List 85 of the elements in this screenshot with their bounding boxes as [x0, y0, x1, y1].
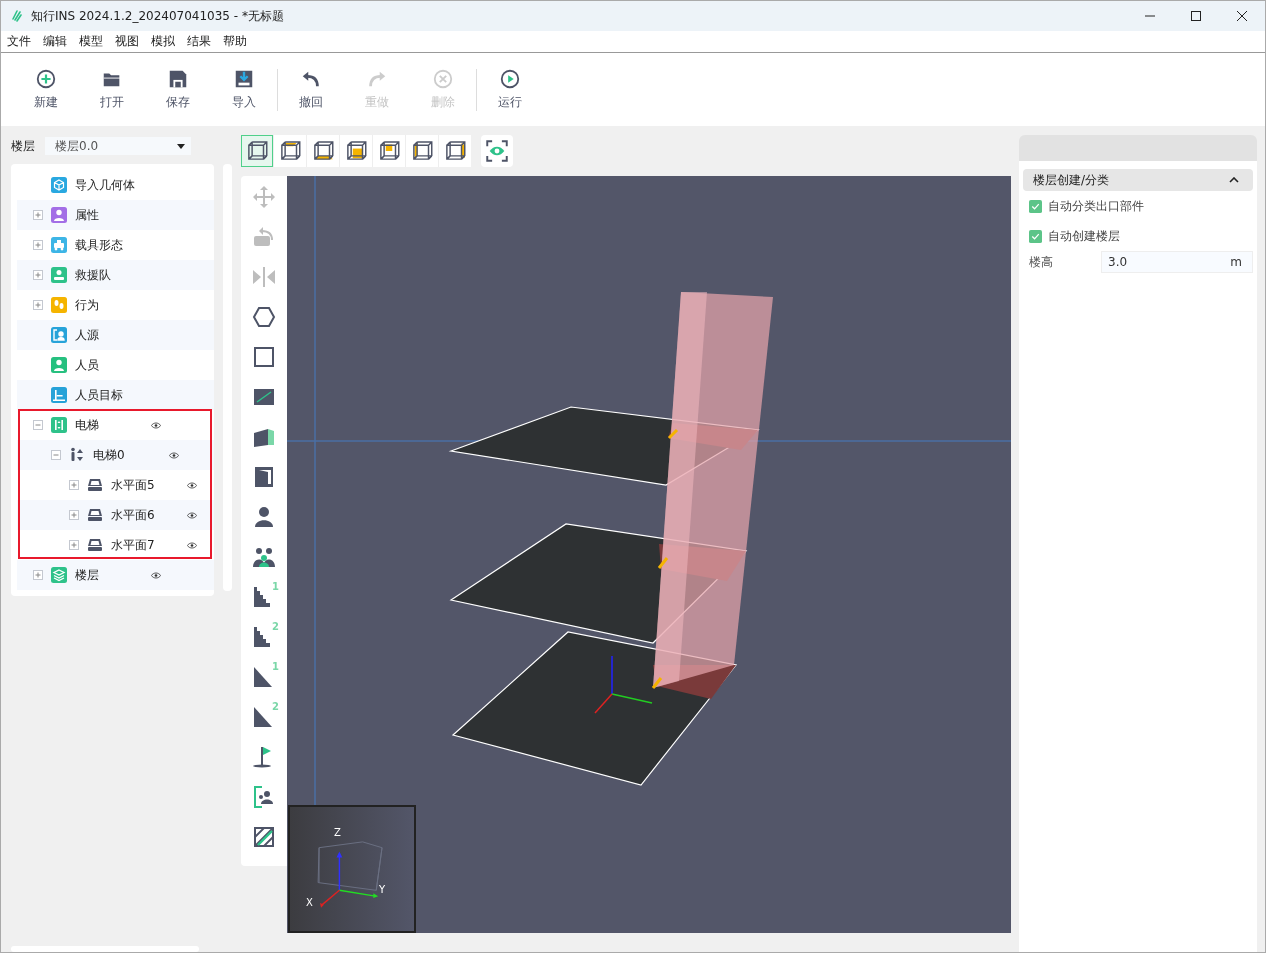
toolbar-button[interactable]: 撤回 — [278, 64, 344, 115]
menu-item[interactable]: 结果 — [187, 33, 211, 50]
camera-view-button[interactable] — [481, 135, 513, 167]
eye-icon[interactable] — [169, 451, 179, 459]
checkbox[interactable] — [1029, 199, 1042, 213]
mirror-icon — [252, 265, 276, 289]
eye-icon[interactable] — [187, 541, 197, 549]
checkbox-label: 自动分类出口部件 — [1048, 197, 1144, 215]
tree-item[interactable]: 电梯 — [75, 416, 147, 434]
eye-icon[interactable] — [151, 421, 161, 429]
tool-number: 2 — [272, 621, 279, 632]
tree-item[interactable]: 载具形态 — [75, 236, 147, 254]
cube-drawing — [317, 841, 383, 908]
tree-item[interactable]: 导入几何体 — [75, 176, 147, 194]
axis-label: Y — [379, 884, 386, 895]
menu-item[interactable]: 编辑 — [43, 33, 67, 50]
person-icon — [252, 505, 276, 529]
play-circle-icon — [499, 68, 521, 90]
expand-toggle-icon[interactable] — [33, 300, 43, 310]
rotate-icon — [252, 225, 276, 249]
caret-icon — [177, 143, 185, 149]
height-input-field[interactable]: 3.0 m — [1101, 251, 1253, 273]
toolbar-button[interactable]: 运行 — [477, 64, 543, 115]
expand-toggle-icon[interactable] — [33, 270, 43, 280]
tree-item[interactable]: 人员 — [75, 356, 147, 374]
view-cube-button[interactable] — [439, 135, 471, 167]
floor-label: 楼层 — [11, 137, 35, 155]
floor-dropdown[interactable]: 楼层0.0 — [45, 137, 191, 155]
toolbar-button[interactable]: 新建 — [13, 64, 79, 115]
tree-item[interactable]: 行为 — [75, 296, 147, 314]
orientation-cube[interactable]: Z Y X — [288, 805, 416, 933]
focus-eye-icon — [484, 138, 510, 164]
chevron-icon — [1229, 177, 1239, 183]
eye-icon[interactable] — [187, 511, 197, 519]
expand-toggle-icon[interactable] — [33, 240, 43, 250]
tree-item[interactable]: 水平面7 — [111, 536, 183, 554]
plus-circle-icon — [35, 68, 57, 90]
expand-toggle-icon[interactable] — [33, 570, 43, 580]
square-icon — [252, 345, 276, 369]
tree-item[interactable]: 水平面5 — [111, 476, 183, 494]
axis-label: Z — [334, 827, 341, 838]
view-cube-button[interactable] — [340, 135, 372, 167]
close-icon[interactable] — [1237, 11, 1247, 21]
axis-label: X — [306, 897, 313, 908]
x-circle-icon — [432, 68, 454, 90]
toolbar-button[interactable]: 打开 — [79, 64, 145, 115]
tool-number: 2 — [272, 701, 279, 712]
move-icon — [252, 185, 276, 209]
tool-number: 1 — [272, 581, 279, 592]
menu-item[interactable]: 文件 — [7, 33, 31, 50]
expand-toggle-icon[interactable] — [51, 450, 61, 460]
menu-item[interactable]: 模拟 — [151, 33, 175, 50]
section-header[interactable]: 楼层创建/分类 — [1023, 169, 1253, 191]
hatch-icon — [252, 825, 276, 849]
view-cube-button[interactable] — [274, 135, 306, 167]
eye-icon[interactable] — [187, 481, 197, 489]
view-cube-button[interactable] — [241, 135, 273, 167]
field-label: 楼高 — [1029, 253, 1054, 271]
tool-number: 1 — [272, 661, 279, 672]
menu-item[interactable]: 帮助 — [223, 33, 247, 50]
checkbox[interactable] — [1029, 229, 1042, 243]
door-icon — [252, 465, 276, 489]
expand-toggle-icon[interactable] — [69, 540, 79, 550]
group-icon — [252, 545, 276, 569]
window-title: 知行INS 2024.1.2_202407041035 - *无标题 — [31, 7, 284, 25]
view-cube-button[interactable] — [406, 135, 438, 167]
view-cube-button[interactable] — [307, 135, 339, 167]
menu-item[interactable]: 视图 — [115, 33, 139, 50]
toolbar-button[interactable]: 导入 — [211, 64, 277, 115]
menu-item[interactable]: 模型 — [79, 33, 103, 50]
source-icon — [252, 785, 276, 809]
toolbar-button[interactable]: 保存 — [145, 64, 211, 115]
view-cube-button[interactable] — [373, 135, 405, 167]
hexagon-icon — [252, 305, 276, 329]
floppy-icon — [167, 68, 189, 90]
expand-toggle-icon[interactable] — [33, 210, 43, 220]
maximize-icon[interactable] — [1191, 11, 1201, 21]
checkbox-label: 自动创建楼层 — [1048, 227, 1120, 245]
app-logo-icon — [11, 10, 23, 22]
eye-icon[interactable] — [151, 571, 161, 579]
expand-toggle-icon[interactable] — [33, 420, 43, 430]
expand-toggle-icon[interactable] — [69, 480, 79, 490]
scrollbar[interactable] — [11, 946, 199, 952]
expand-toggle-icon[interactable] — [69, 510, 79, 520]
import-icon — [233, 68, 255, 90]
